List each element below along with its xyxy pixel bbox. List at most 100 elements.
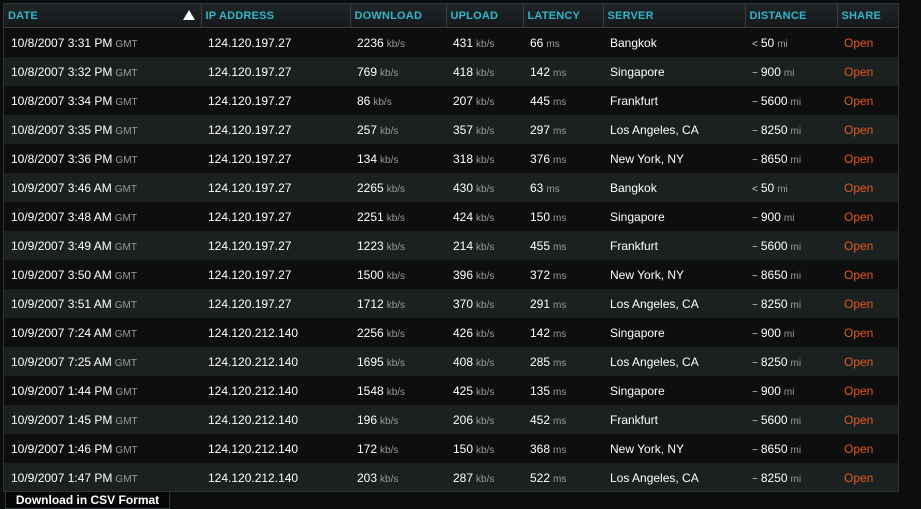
share-cell: Open bbox=[837, 434, 898, 463]
ip-address-cell: 124.120.197.27 bbox=[208, 93, 292, 108]
timezone-label: GMT bbox=[115, 386, 138, 398]
ip-address-cell: 124.120.212.140 bbox=[208, 470, 299, 485]
share-cell: Open bbox=[837, 86, 898, 115]
speed-unit: kb/s bbox=[380, 125, 399, 137]
share-cell: Open bbox=[837, 260, 898, 289]
share-open-link[interactable]: Open bbox=[844, 123, 873, 137]
share-open-link[interactable]: Open bbox=[844, 152, 873, 166]
share-open-link[interactable]: Open bbox=[844, 297, 873, 311]
speed-unit: kb/s bbox=[476, 415, 495, 427]
server-cell: Singapore bbox=[610, 325, 665, 340]
server-cell: Frankfurt bbox=[610, 238, 659, 253]
download-cell: 257 kb/s bbox=[357, 122, 399, 137]
share-open-link[interactable]: Open bbox=[844, 181, 873, 195]
timezone-label: GMT bbox=[114, 299, 137, 311]
ip-address-cell: 124.120.212.140 bbox=[208, 383, 299, 398]
share-open-link[interactable]: Open bbox=[844, 326, 873, 340]
upload-cell: 206 kb/s bbox=[453, 412, 495, 427]
approx-symbol: ~ bbox=[752, 473, 758, 485]
table-row: 10/9/2007 3:49 AM GMT 124.120.197.27 1223… bbox=[4, 231, 898, 260]
share-open-link[interactable]: Open bbox=[844, 36, 873, 50]
column-header-download[interactable]: DOWNLOAD bbox=[350, 4, 447, 28]
distance-unit: mi bbox=[783, 67, 795, 79]
ip-address-cell: 124.120.212.140 bbox=[208, 412, 299, 427]
speed-unit: kb/s bbox=[476, 125, 495, 137]
column-header-distance[interactable]: DISTANCE bbox=[745, 4, 838, 28]
speed-unit: kb/s bbox=[476, 386, 495, 398]
table-row: 10/9/2007 7:25 AM GMT 124.120.212.140 169… bbox=[4, 347, 898, 376]
column-header-date[interactable]: DATE bbox=[4, 4, 202, 28]
date-cell: 10/9/2007 3:51 AM GMT bbox=[11, 296, 137, 311]
latency-cell: 291 ms bbox=[530, 296, 567, 311]
server-cell: Los Angeles, CA bbox=[610, 122, 699, 137]
distance-unit: mi bbox=[777, 38, 788, 50]
speed-unit: kb/s bbox=[386, 241, 406, 253]
share-open-link[interactable]: Open bbox=[844, 210, 873, 224]
speed-unit: kb/s bbox=[476, 328, 495, 340]
timezone-label: GMT bbox=[115, 415, 138, 427]
column-header-ip-address[interactable]: IP ADDRESS bbox=[201, 4, 351, 28]
latency-unit: ms bbox=[553, 328, 567, 340]
date-cell: 10/8/2007 3:31 PM GMT bbox=[11, 35, 138, 50]
download-cell: 203 kb/s bbox=[357, 470, 399, 485]
upload-cell: 425 kb/s bbox=[453, 383, 495, 398]
timezone-label: GMT bbox=[114, 270, 137, 282]
share-open-link[interactable]: Open bbox=[844, 239, 873, 253]
ip-address-cell: 124.120.197.27 bbox=[208, 180, 292, 195]
download-cell: 2251 kb/s bbox=[357, 209, 406, 224]
server-cell: New York, NY bbox=[610, 267, 685, 282]
column-header-server[interactable]: SERVER bbox=[603, 4, 746, 28]
share-open-link[interactable]: Open bbox=[844, 355, 873, 369]
distance-cell: ~5600 mi bbox=[752, 412, 802, 427]
table-row: 10/9/2007 1:47 PM GMT 124.120.212.140 203… bbox=[4, 463, 898, 491]
share-cell: Open bbox=[837, 318, 898, 347]
share-open-link[interactable]: Open bbox=[844, 442, 873, 456]
download-cell: 196 kb/s bbox=[357, 412, 399, 427]
column-header-latency[interactable]: LATENCY bbox=[523, 4, 604, 28]
ip-address-cell: 124.120.197.27 bbox=[208, 209, 292, 224]
share-open-link[interactable]: Open bbox=[844, 384, 873, 398]
speed-unit: kb/s bbox=[386, 386, 406, 398]
column-header-share[interactable]: SHARE bbox=[837, 4, 898, 28]
speed-unit: kb/s bbox=[476, 357, 495, 369]
distance-unit: mi bbox=[790, 444, 802, 456]
approx-symbol: ~ bbox=[752, 96, 758, 108]
distance-unit: mi bbox=[790, 96, 802, 108]
table-row: 10/9/2007 1:46 PM GMT 124.120.212.140 172… bbox=[4, 434, 898, 463]
download-csv-button[interactable]: Download in CSV Format bbox=[5, 492, 170, 509]
ip-address-cell: 124.120.212.140 bbox=[208, 354, 299, 369]
latency-unit: ms bbox=[546, 38, 560, 50]
column-header-upload[interactable]: UPLOAD bbox=[446, 4, 524, 28]
share-cell: Open bbox=[837, 115, 898, 144]
latency-unit: ms bbox=[553, 154, 567, 166]
speed-unit: kb/s bbox=[386, 38, 406, 50]
share-open-link[interactable]: Open bbox=[844, 65, 873, 79]
share-open-link[interactable]: Open bbox=[844, 268, 873, 282]
sort-ascending-icon[interactable] bbox=[182, 10, 195, 20]
date-cell: 10/9/2007 3:49 AM GMT bbox=[11, 238, 137, 253]
share-open-link[interactable]: Open bbox=[844, 94, 873, 108]
download-cell: 1500 kb/s bbox=[357, 267, 406, 282]
distance-unit: mi bbox=[790, 473, 802, 485]
distance-cell: ~5600 mi bbox=[752, 93, 802, 108]
server-cell: Singapore bbox=[610, 209, 665, 224]
speed-unit: kb/s bbox=[386, 270, 406, 282]
table-row: 10/9/2007 3:50 AM GMT 124.120.197.27 1500… bbox=[4, 260, 898, 289]
approx-symbol: < bbox=[752, 183, 758, 195]
speed-unit: kb/s bbox=[386, 357, 406, 369]
share-open-link[interactable]: Open bbox=[844, 471, 873, 485]
share-open-link[interactable]: Open bbox=[844, 413, 873, 427]
date-cell: 10/8/2007 3:32 PM GMT bbox=[11, 64, 138, 79]
upload-cell: 396 kb/s bbox=[453, 267, 495, 282]
distance-unit: mi bbox=[790, 241, 802, 253]
server-cell: Bangkok bbox=[610, 180, 657, 195]
distance-cell: ~5600 mi bbox=[752, 238, 802, 253]
ip-address-cell: 124.120.197.27 bbox=[208, 238, 292, 253]
latency-unit: ms bbox=[553, 386, 567, 398]
results-table: DATE IP ADDRESS DOWNLOAD UPLOAD LATENCY … bbox=[4, 4, 898, 491]
distance-cell: ~900 mi bbox=[752, 64, 795, 79]
speed-unit: kb/s bbox=[380, 154, 399, 166]
latency-unit: ms bbox=[553, 444, 567, 456]
server-cell: Singapore bbox=[610, 383, 665, 398]
results-panel: DATE IP ADDRESS DOWNLOAD UPLOAD LATENCY … bbox=[3, 3, 899, 492]
